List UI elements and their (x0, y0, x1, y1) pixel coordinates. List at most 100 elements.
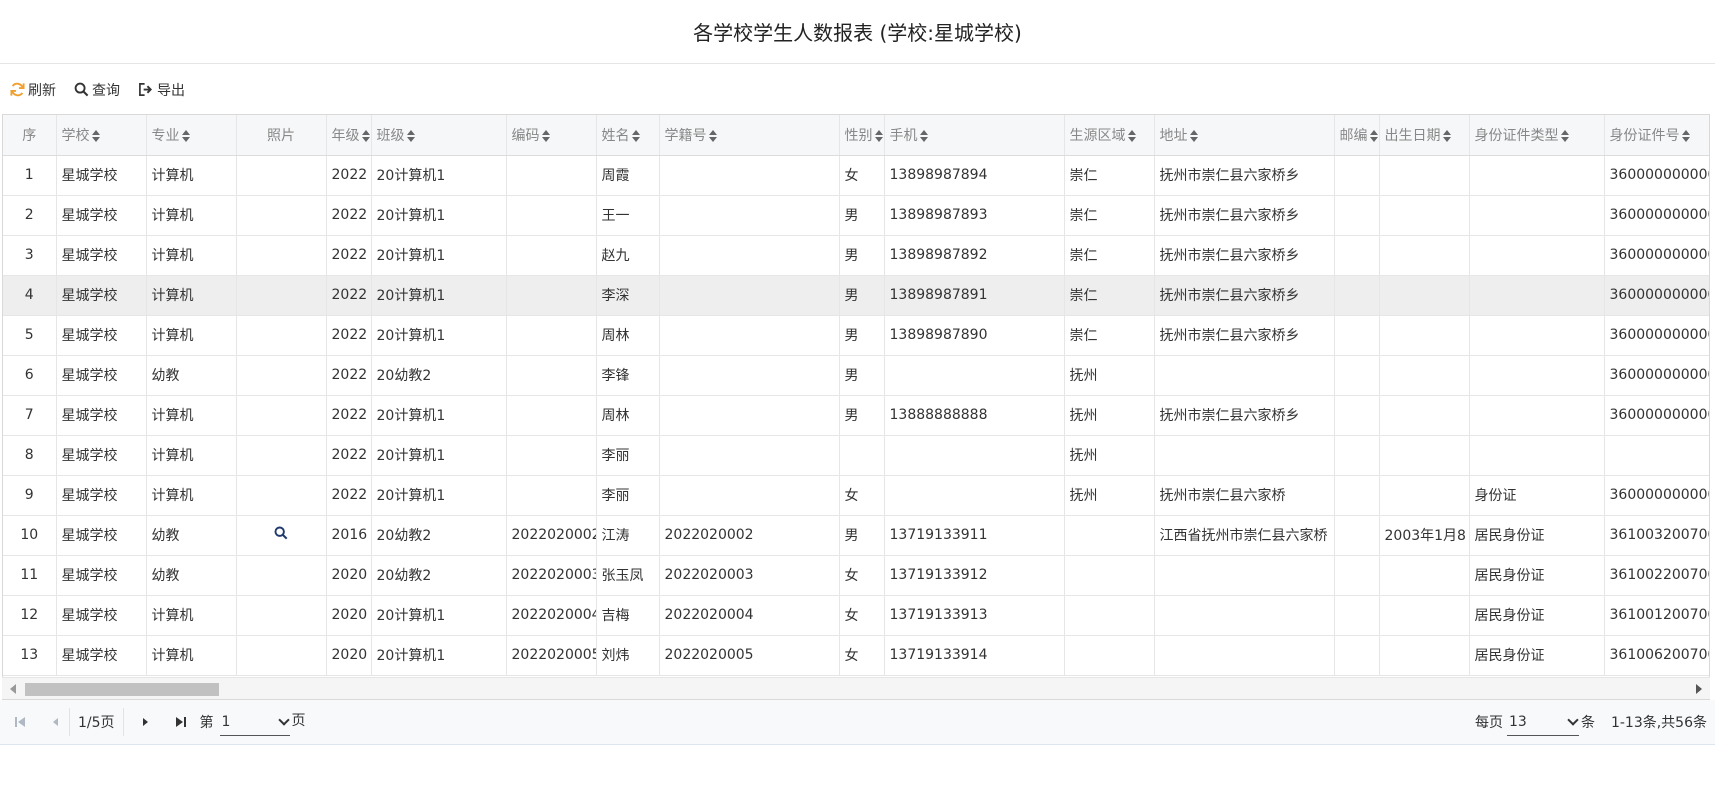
table-row[interactable]: 2 星城学校 计算机 2022 20计算机1 王一 男 13898987893 崇仁 抚州市崇仁县… (3, 195, 1709, 236)
table-row[interactable]: 4 星城学校 计算机 2022 20计算机1 李深 男 13898987891 崇仁 抚州市崇仁县… (3, 275, 1709, 316)
column-header[interactable]: 身份证件号 (1604, 115, 1709, 156)
table-cell: 李丽 (596, 475, 660, 516)
refresh-button[interactable]: 刷新 (10, 80, 56, 100)
column-header[interactable]: 邮编 (1334, 115, 1380, 156)
table-row[interactable]: 13 星城学校 计算机 2020 20计算机1 2022020005 刘炜 202202000… (3, 635, 1709, 676)
column-header[interactable]: 地址 (1154, 115, 1335, 156)
table-cell: 20计算机1 (371, 275, 507, 316)
export-button[interactable]: 导出 (138, 80, 185, 100)
column-header[interactable]: 性别 (839, 115, 885, 156)
table-cell (659, 435, 840, 476)
scrollbar-thumb[interactable] (25, 683, 219, 696)
table-row[interactable]: 7 星城学校 计算机 2022 20计算机1 周林 男 13888888888 抚州 抚州市崇仁县… (3, 395, 1709, 436)
table-cell: 男 (839, 355, 885, 396)
prev-page-button[interactable] (45, 711, 67, 733)
table-cell (884, 355, 1065, 396)
table-header: 序 学校 专业 照片 年级 班级 编码 姓名 学籍号 性别 手机 生源区域 地址 邮编 出生日期 身份证件类型… (3, 115, 1709, 156)
table-cell (236, 595, 327, 636)
sort-icon[interactable] (1369, 129, 1378, 142)
export-icon (138, 82, 154, 97)
column-header[interactable]: 出生日期 (1379, 115, 1470, 156)
last-page-button[interactable] (170, 711, 192, 733)
table-cell: 星城学校 (56, 155, 147, 196)
table-cell: 8 (3, 435, 57, 476)
sort-icon[interactable] (919, 129, 928, 142)
table-row[interactable]: 9 星城学校 计算机 2022 20计算机1 李丽 女 抚州 抚州市崇仁县六家桥 身份证 36000… (3, 475, 1709, 516)
table-cell: 男 (839, 315, 885, 356)
table-cell (506, 435, 597, 476)
column-header[interactable]: 手机 (884, 115, 1065, 156)
table-row[interactable]: 8 星城学校 计算机 2022 20计算机1 李丽 抚州 (3, 435, 1709, 476)
table-cell: 江西省抚州市崇仁县六家桥 (1154, 515, 1335, 556)
table-cell: 幼教 (146, 355, 237, 396)
table-row[interactable]: 6 星城学校 幼教 2022 20幼教2 李锋 男 抚州 360000000000 (3, 355, 1709, 396)
column-header[interactable]: 专业 (146, 115, 237, 156)
sort-icon[interactable] (1127, 129, 1136, 142)
table-row[interactable]: 5 星城学校 计算机 2022 20计算机1 周林 男 13898987890 崇仁 抚州市崇仁县… (3, 315, 1709, 356)
table-cell (1154, 435, 1335, 476)
table-cell: 2022 (326, 475, 372, 516)
sort-icon[interactable] (1681, 129, 1690, 142)
table-cell: 幼教 (146, 555, 237, 596)
page-select[interactable]: 1 (219, 708, 290, 736)
sort-icon[interactable] (1442, 129, 1451, 142)
title-bar: 各学校学生人数报表 (学校:星城学校) (0, 0, 1715, 64)
table-cell (1334, 275, 1380, 316)
table-cell: 2022020002 (659, 515, 840, 556)
per-page-select[interactable]: 13 (1506, 708, 1579, 736)
column-header[interactable]: 生源区域 (1064, 115, 1155, 156)
divider (69, 708, 70, 736)
table-row[interactable]: 11 星城学校 幼教 2020 20幼教2 2022020003 张玉凤 2022020003… (3, 555, 1709, 596)
column-header-label: 学校 (61, 127, 90, 144)
table-cell (884, 435, 1065, 476)
table-cell: 2022020002 (506, 515, 597, 556)
sort-icon[interactable] (874, 129, 883, 142)
table-cell: 张玉凤 (596, 555, 660, 596)
photo-search-icon[interactable] (274, 526, 288, 544)
sort-icon[interactable] (1189, 129, 1198, 142)
next-page-button[interactable] (134, 711, 156, 733)
scroll-right-icon[interactable] (1696, 684, 1702, 694)
table-cell (1379, 595, 1470, 636)
table-cell: 身份证 (1469, 475, 1605, 516)
column-header[interactable]: 编码 (506, 115, 597, 156)
sort-icon[interactable] (631, 129, 640, 142)
table-cell: 星城学校 (56, 195, 147, 236)
sort-icon[interactable] (541, 129, 550, 142)
table-cell: 20计算机1 (371, 155, 507, 196)
table-cell: 12 (3, 595, 57, 636)
sort-icon[interactable] (91, 129, 100, 142)
sort-icon[interactable] (181, 129, 190, 142)
table-cell[interactable] (236, 515, 327, 556)
column-header[interactable]: 姓名 (596, 115, 660, 156)
table-cell: 计算机 (146, 275, 237, 316)
table-cell: 抚州 (1064, 355, 1155, 396)
sort-icon[interactable] (1560, 129, 1569, 142)
first-page-button[interactable] (9, 711, 31, 733)
table-cell (506, 235, 597, 276)
scroll-left-icon[interactable] (10, 684, 16, 694)
column-header[interactable]: 班级 (371, 115, 507, 156)
toolbar: 刷新 查询 导出 (0, 64, 1715, 115)
table-cell (1469, 155, 1605, 196)
table-row[interactable]: 1 星城学校 计算机 2022 20计算机1 周霞 女 13898987894 崇仁 抚州市崇仁县… (3, 155, 1709, 196)
table-cell: 2003年1月8 (1379, 515, 1470, 556)
table-cell: 男 (839, 275, 885, 316)
table-row[interactable]: 3 星城学校 计算机 2022 20计算机1 赵九 男 13898987892 崇仁 抚州市崇仁县… (3, 235, 1709, 276)
column-header[interactable]: 身份证件类型 (1469, 115, 1605, 156)
query-label: 查询 (92, 82, 120, 99)
column-header[interactable]: 学籍号 (659, 115, 840, 156)
table-cell: 361003200700 (1604, 515, 1709, 556)
table-cell: 4 (3, 275, 57, 316)
horizontal-scrollbar[interactable] (2, 677, 1710, 699)
sort-icon[interactable] (406, 129, 415, 142)
query-button[interactable]: 查询 (74, 80, 120, 100)
column-header[interactable]: 年级 (326, 115, 372, 156)
table-cell: 13898987892 (884, 235, 1065, 276)
table-cell (506, 195, 597, 236)
sort-icon[interactable] (708, 129, 717, 142)
column-header[interactable]: 学校 (56, 115, 147, 156)
sort-icon[interactable] (361, 129, 370, 142)
table-row[interactable]: 12 星城学校 计算机 2020 20计算机1 2022020004 吉梅 202202000… (3, 595, 1709, 636)
table-row[interactable]: 10 星城学校 幼教 2016 20幼教2 2022020002 江涛 2022020002 男… (3, 515, 1709, 556)
